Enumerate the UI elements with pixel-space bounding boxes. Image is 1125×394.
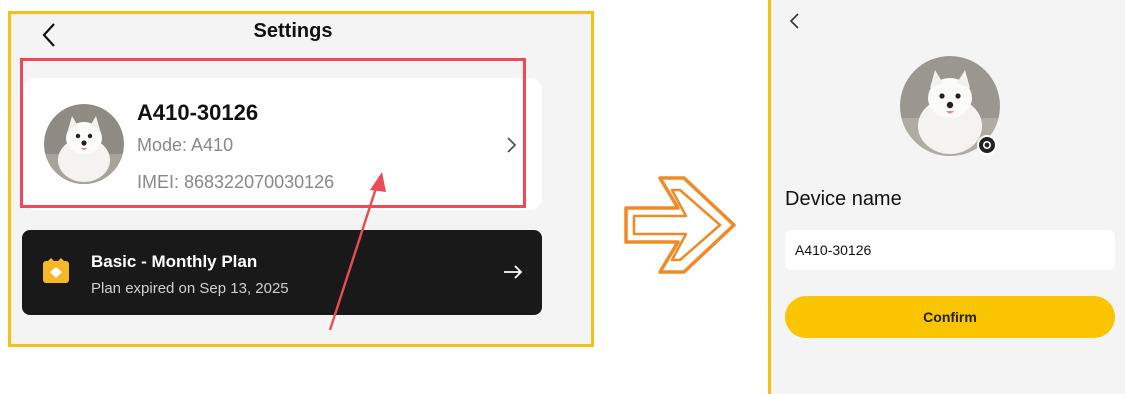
page-title: Settings	[253, 20, 333, 42]
device-name-input[interactable]	[785, 230, 1115, 270]
plan-expiry: Plan expired on Sep 13, 2025	[91, 280, 289, 297]
camera-icon[interactable]	[977, 135, 997, 155]
highlight-box	[20, 58, 526, 208]
transition-arrow-icon	[624, 176, 736, 274]
confirm-button[interactable]: Confirm	[785, 296, 1115, 338]
plan-title: Basic - Monthly Plan	[91, 252, 258, 271]
device-name-heading: Device name	[785, 188, 902, 210]
back-chevron-icon[interactable]	[786, 10, 804, 32]
plan-badge-icon	[43, 258, 69, 283]
arrow-right-icon	[504, 265, 523, 279]
plan-card[interactable]	[22, 230, 542, 315]
pointer-arrow-icon	[328, 172, 386, 331]
